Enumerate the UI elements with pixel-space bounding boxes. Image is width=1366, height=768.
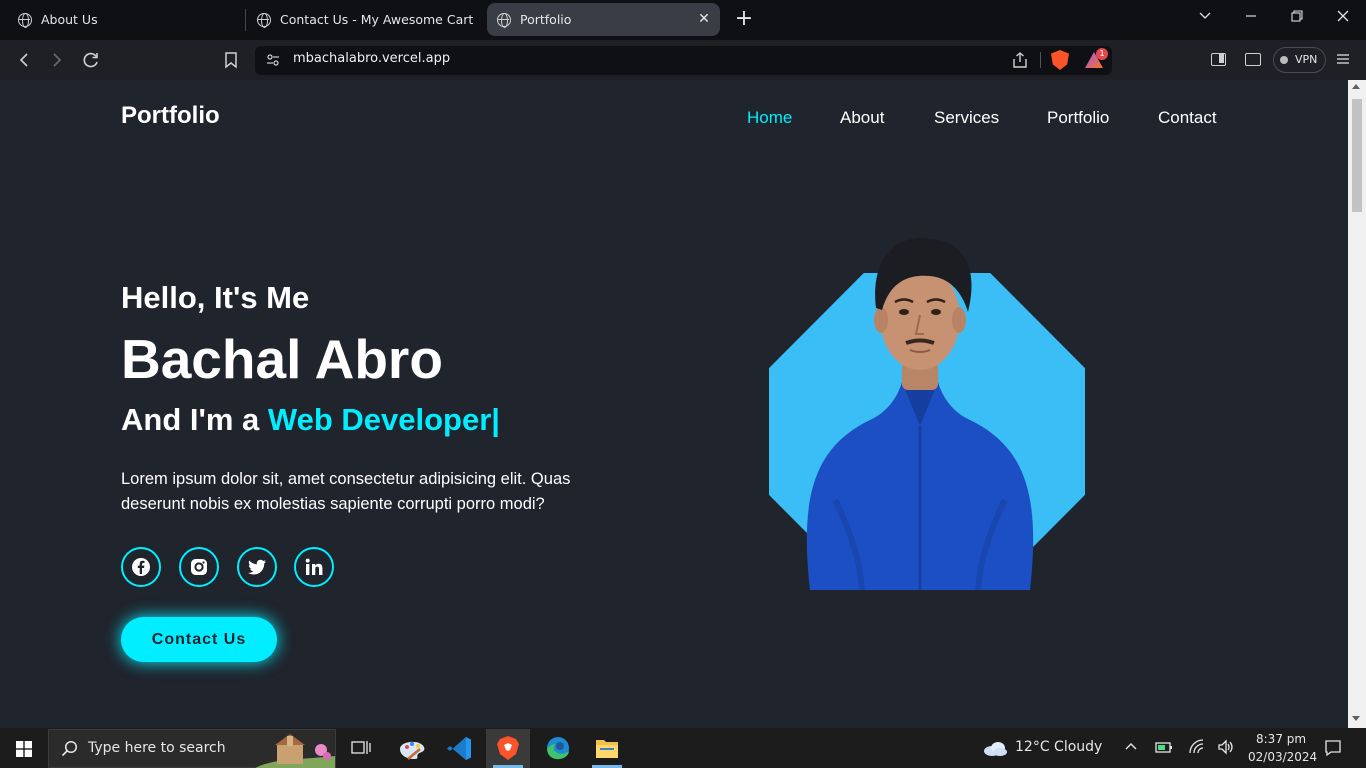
site-logo[interactable]: Portfolio bbox=[121, 102, 220, 130]
tab-search-chevron-icon[interactable] bbox=[1190, 5, 1220, 27]
forward-arrow-icon[interactable] bbox=[46, 49, 68, 71]
hero-role: And I'm a Web Developer| bbox=[121, 402, 500, 438]
rewards-badge: 1 bbox=[1096, 48, 1108, 60]
hero-portrait-image bbox=[806, 237, 1034, 590]
battery-charging-icon[interactable] bbox=[1155, 739, 1173, 755]
contact-us-button[interactable]: Contact Us bbox=[121, 617, 277, 662]
nav-portfolio[interactable]: Portfolio bbox=[1047, 108, 1109, 128]
nav-services[interactable]: Services bbox=[934, 108, 999, 128]
notification-center-icon[interactable] bbox=[1324, 739, 1342, 757]
instagram-link[interactable] bbox=[179, 547, 219, 587]
clock-time[interactable]: 8:37 pm bbox=[1256, 732, 1306, 746]
facebook-link[interactable] bbox=[121, 547, 161, 587]
role-prefix: And I'm a bbox=[121, 402, 268, 437]
cloudy-weather-icon bbox=[984, 742, 1007, 756]
minimize-icon[interactable] bbox=[1236, 5, 1266, 27]
sidebar-toggle-icon[interactable] bbox=[1211, 53, 1226, 66]
scroll-down-arrow-icon[interactable] bbox=[1352, 716, 1360, 721]
hero-bio: Lorem ipsum dolor sit, amet consectetur … bbox=[121, 470, 571, 513]
search-icon bbox=[61, 740, 78, 757]
volume-icon[interactable] bbox=[1217, 739, 1235, 755]
search-placeholder[interactable]: Type here to search bbox=[88, 740, 226, 756]
hero-greeting: Hello, It's Me bbox=[121, 280, 310, 315]
share-icon[interactable] bbox=[1012, 51, 1028, 69]
nav-home[interactable]: Home bbox=[747, 108, 792, 128]
twitter-icon bbox=[248, 559, 266, 575]
wifi-icon[interactable] bbox=[1188, 739, 1206, 755]
restore-icon[interactable] bbox=[1282, 5, 1312, 27]
windows-start-icon[interactable] bbox=[16, 741, 32, 757]
url-text[interactable]: mbachalabro.vercel.app bbox=[293, 51, 450, 66]
tab-title: About Us bbox=[41, 12, 98, 27]
new-tab-button[interactable]: + bbox=[733, 8, 755, 30]
clock-date[interactable]: 02/03/2024 bbox=[1248, 750, 1317, 764]
site-settings-icon[interactable] bbox=[266, 53, 280, 67]
close-icon[interactable]: ✕ bbox=[696, 11, 712, 27]
vpn-label: VPN bbox=[1295, 53, 1318, 66]
vpn-status-icon bbox=[1280, 56, 1288, 64]
bookmark-icon[interactable] bbox=[220, 49, 242, 71]
reload-icon[interactable] bbox=[80, 49, 102, 71]
facebook-icon bbox=[132, 558, 150, 576]
tab-contact-us[interactable]: Contact Us - My Awesome Cart bbox=[257, 3, 479, 36]
linkedin-link[interactable] bbox=[294, 547, 334, 587]
back-arrow-icon[interactable] bbox=[13, 49, 35, 71]
brave-browser-icon bbox=[497, 736, 519, 760]
url-divider bbox=[1040, 52, 1041, 68]
hero-name: Bachal Abro bbox=[121, 328, 443, 390]
tab-title: Contact Us - My Awesome Cart bbox=[280, 12, 474, 27]
linkedin-icon bbox=[305, 558, 323, 575]
twitter-link[interactable] bbox=[237, 547, 277, 587]
instagram-icon bbox=[191, 559, 207, 575]
nav-about[interactable]: About bbox=[840, 108, 884, 128]
paint-app-icon[interactable] bbox=[390, 729, 434, 768]
tab-separator bbox=[245, 9, 246, 31]
scrollbar-thumb[interactable] bbox=[1352, 99, 1362, 212]
close-window-icon[interactable] bbox=[1328, 5, 1358, 27]
tab-portfolio-active[interactable]: Portfolio ✕ bbox=[487, 3, 720, 36]
hamburger-menu-icon[interactable] bbox=[1336, 52, 1350, 66]
globe-icon bbox=[497, 12, 511, 28]
edge-browser-icon[interactable] bbox=[536, 729, 580, 768]
wallet-icon[interactable] bbox=[1245, 53, 1261, 66]
webpage-viewport: Portfolio Home About Services Portfolio … bbox=[0, 80, 1348, 728]
weather-status[interactable]: 12°C Cloudy bbox=[1015, 739, 1102, 755]
role-highlight: Web Developer| bbox=[267, 402, 500, 437]
nav-contact[interactable]: Contact bbox=[1158, 108, 1217, 128]
scroll-up-arrow-icon[interactable] bbox=[1352, 84, 1360, 89]
globe-icon bbox=[257, 12, 271, 28]
globe-icon bbox=[18, 12, 32, 28]
chevron-up-icon[interactable] bbox=[1123, 739, 1139, 755]
search-highlight-illustration bbox=[255, 730, 335, 768]
vscode-icon[interactable] bbox=[438, 729, 482, 768]
task-view-icon[interactable] bbox=[339, 729, 383, 768]
tab-title: Portfolio bbox=[520, 12, 572, 27]
tab-about-us[interactable]: About Us bbox=[18, 3, 240, 36]
file-explorer-icon[interactable] bbox=[585, 729, 629, 768]
